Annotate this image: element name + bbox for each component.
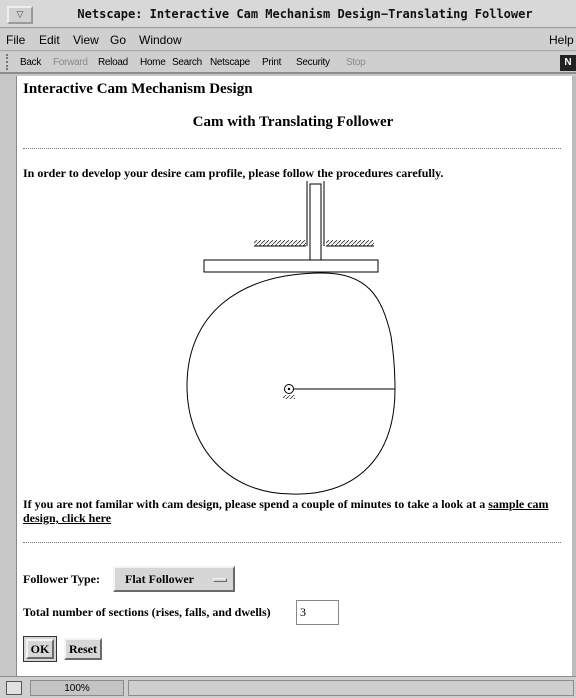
pivot-ground-hatch (283, 395, 295, 399)
sections-label: Total number of sections (rises, falls, … (23, 605, 271, 619)
ok-button[interactable]: OK (26, 639, 54, 659)
help-text: If you are not familar with cam design, … (23, 497, 489, 511)
sections-input[interactable]: 3 (296, 600, 339, 625)
menu-file[interactable]: File (6, 33, 25, 47)
follower-type-value: Flat Follower (125, 572, 194, 586)
security-lock-icon[interactable] (6, 681, 22, 695)
divider-top (23, 148, 561, 149)
cam-profile (186, 272, 396, 495)
reload-button[interactable]: Reload (98, 57, 128, 68)
back-button[interactable]: Back (20, 57, 41, 68)
netscape-button[interactable]: Netscape (210, 57, 250, 68)
window-menu-button[interactable]: ▽ (7, 6, 33, 24)
ground-hatch-left (254, 240, 306, 246)
sections-input-value: 3 (300, 605, 306, 619)
cam-pivot-center (287, 387, 291, 391)
follower-stem (309, 183, 322, 262)
follower-type-select[interactable]: Flat Follower (113, 566, 235, 592)
cam-diagram (186, 181, 396, 495)
menu-edit[interactable]: Edit (39, 33, 60, 47)
home-button[interactable]: Home (140, 57, 166, 68)
print-button[interactable]: Print (262, 57, 281, 68)
menu-window[interactable]: Window (139, 33, 182, 47)
flat-follower-face (203, 259, 379, 273)
status-bar: 100% (0, 676, 576, 698)
window-title: Netscape: Interactive Cam Mechanism Desi… (77, 7, 533, 21)
toolbar: Back Forward Reload Home Search Netscape… (0, 52, 576, 74)
netscape-logo-icon: N (560, 55, 576, 71)
page-content: Interactive Cam Mechanism Design Cam wit… (16, 76, 572, 676)
menu-view[interactable]: View (73, 33, 99, 47)
security-button[interactable]: Security (296, 57, 330, 68)
reset-button[interactable]: Reset (64, 638, 102, 660)
ok-button-frame: OK (23, 636, 57, 662)
ground-hatch-right (326, 240, 374, 246)
menu-help[interactable]: Help (549, 33, 574, 47)
title-bar: ▽ Netscape: Interactive Cam Mechanism De… (0, 0, 576, 28)
page-subheading: Cam with Translating Follower (192, 114, 394, 130)
toolbar-grip-handle[interactable] (6, 54, 10, 70)
help-paragraph: If you are not familar with cam design, … (23, 497, 563, 525)
vertical-scrollbar[interactable] (572, 76, 576, 676)
stop-button[interactable]: Stop (346, 57, 366, 68)
page-heading: Interactive Cam Mechanism Design (23, 81, 253, 97)
follower-type-label: Follower Type: (23, 572, 100, 586)
menu-go[interactable]: Go (110, 33, 126, 47)
status-message-field (128, 680, 574, 696)
divider-bottom (23, 542, 561, 543)
forward-button[interactable]: Forward (53, 57, 88, 68)
option-menu-indicator-icon (213, 578, 227, 582)
progress-zoom-indicator: 100% (30, 680, 124, 696)
menu-bar: File Edit View Go Window Help (0, 29, 576, 51)
search-button[interactable]: Search (172, 57, 202, 68)
